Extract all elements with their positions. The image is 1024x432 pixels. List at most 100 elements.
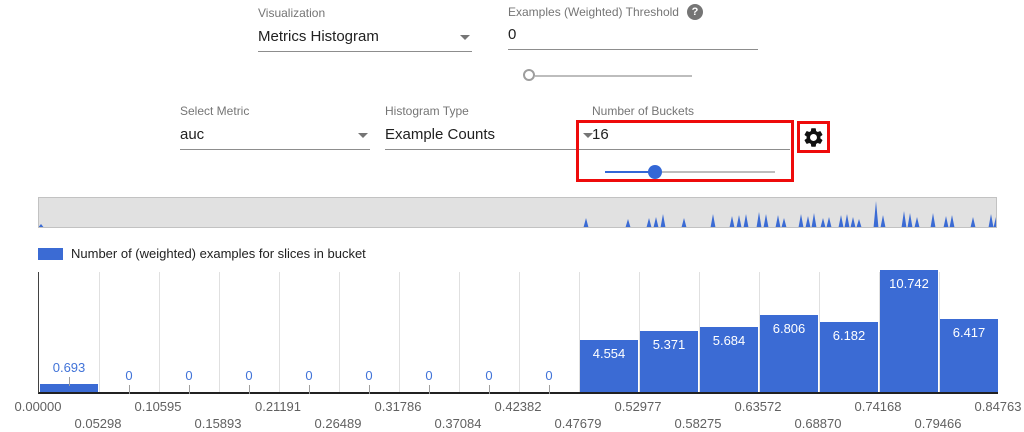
x-axis-tick-label: 0.31786 [375, 399, 422, 414]
settings-gear-icon[interactable] [802, 126, 825, 149]
minimap-spike [851, 217, 856, 227]
bar-label-leader [549, 385, 550, 394]
x-axis-tick-label: 0.05298 [75, 416, 122, 431]
minimap-spike [881, 215, 886, 227]
threshold-value: 0 [508, 26, 758, 43]
minimap-spikes [39, 198, 996, 227]
bar-label-leader [309, 385, 310, 394]
minimap-spike [857, 219, 862, 227]
minimap-spike [845, 214, 850, 227]
select-metric-dropdown[interactable]: Select Metric auc [180, 104, 370, 150]
x-axis-tick-label: 0.63572 [735, 399, 782, 414]
minimap-spike [989, 214, 994, 227]
histogram-type-dropdown[interactable]: Histogram Type Example Counts [385, 104, 595, 150]
minimap-spike [757, 212, 762, 227]
bar-label-leader [249, 385, 250, 394]
minimap-spike [944, 216, 949, 227]
minimap-spike [661, 214, 666, 227]
bar-value-label: 6.806 [773, 321, 806, 336]
gridline [159, 272, 160, 392]
minimap-spike [839, 215, 844, 227]
gridline [399, 272, 400, 392]
select-metric-label: Select Metric [180, 104, 370, 118]
x-axis-tick-label: 0.58275 [675, 416, 722, 431]
bar-value-label: 0.693 [53, 360, 86, 375]
minimap-spike [682, 218, 687, 227]
minimap-spike [782, 218, 787, 227]
bar-value-label: 0 [305, 368, 312, 383]
minimap-spike [584, 218, 589, 227]
minimap-spike [711, 214, 716, 227]
bar-label-leader [189, 385, 190, 394]
minimap-spike [827, 217, 832, 227]
x-axis-tick-label: 0.47679 [555, 416, 602, 431]
bar-label-leader [429, 385, 430, 394]
minimap-spike [821, 218, 826, 227]
minimap-spike [764, 214, 769, 227]
minimap-spike [812, 213, 817, 227]
bar-value-label: 4.554 [593, 346, 626, 361]
metrics-histogram-page: { "controls": { "visualization": { "labe… [0, 0, 1024, 432]
threshold-field-group: Examples (Weighted) Threshold ? 0 [508, 4, 758, 50]
bar-value-label: 0 [365, 368, 372, 383]
bar-value-label: 6.182 [833, 328, 866, 343]
x-axis-tick-label: 0.84763 [975, 399, 1022, 414]
gridline [339, 272, 340, 392]
minimap-spike [654, 217, 659, 227]
gridline [459, 272, 460, 392]
x-axis-tick-label: 0.68870 [795, 416, 842, 431]
minimap-spike [626, 219, 631, 227]
num-buckets-label: Number of Buckets [592, 104, 790, 118]
highlight-box-gear [797, 121, 830, 153]
minimap-spike [902, 211, 907, 227]
legend-color-swatch [38, 248, 63, 260]
bar-label-leader [489, 385, 490, 394]
minimap-spike [806, 216, 811, 227]
x-axis-tick-label: 0.00000 [15, 399, 62, 414]
threshold-label: Examples (Weighted) Threshold [508, 5, 679, 19]
bar-label-leader [129, 385, 130, 394]
histogram-type-value: Example Counts [385, 126, 595, 143]
threshold-slider-track[interactable] [535, 75, 692, 77]
help-icon[interactable]: ? [687, 4, 703, 20]
minimap-spike [915, 217, 920, 227]
chevron-down-icon[interactable] [460, 35, 470, 40]
minimap-spike [994, 217, 996, 227]
minimap-spike [730, 216, 735, 227]
x-axis-tick-label: 0.74168 [855, 399, 902, 414]
chevron-down-icon[interactable] [358, 133, 368, 138]
x-axis-tick-label: 0.26489 [315, 416, 362, 431]
gridline [519, 272, 520, 392]
visualization-value: Metrics Histogram [258, 28, 472, 45]
minimap-spike [908, 213, 913, 227]
minimap-spike [950, 215, 955, 227]
x-axis-tick-label: 0.15893 [195, 416, 242, 431]
bar-value-label: 0 [245, 368, 252, 383]
bar-label-leader [369, 385, 370, 394]
gridline [279, 272, 280, 392]
visualization-dropdown[interactable]: Visualization Metrics Histogram [258, 6, 472, 52]
bar-value-label: 5.371 [653, 337, 686, 352]
x-axis-tick-label: 0.21191 [255, 399, 301, 414]
bar-value-label: 0 [185, 368, 192, 383]
gridline [99, 272, 100, 392]
bar-value-label: 0 [125, 368, 132, 383]
bar-value-label: 0 [425, 368, 432, 383]
minimap-spike [744, 214, 749, 227]
x-axis-tick-label: 0.52977 [615, 399, 662, 414]
bar-value-label: 0 [485, 368, 492, 383]
threshold-slider-thumb[interactable] [523, 69, 535, 81]
histogram-plot-area: 0.693000000004.5545.3715.6846.8066.18210… [38, 272, 998, 394]
threshold-input[interactable]: 0 [508, 26, 758, 50]
x-axis-tick-label: 0.79466 [915, 416, 962, 431]
legend-label: Number of (weighted) examples for slices… [71, 246, 366, 261]
threshold-slider[interactable] [521, 66, 701, 86]
minimap-spike [971, 217, 976, 227]
minimap-spike [799, 214, 804, 227]
select-metric-value: auc [180, 126, 370, 143]
histogram-overview-minimap[interactable] [38, 197, 997, 228]
minimap-spike [737, 215, 742, 227]
x-axis-tick-label: 0.10595 [135, 399, 182, 414]
x-axis-tick-label: 0.37084 [435, 416, 482, 431]
bar-value-label: 10.742 [889, 276, 929, 291]
